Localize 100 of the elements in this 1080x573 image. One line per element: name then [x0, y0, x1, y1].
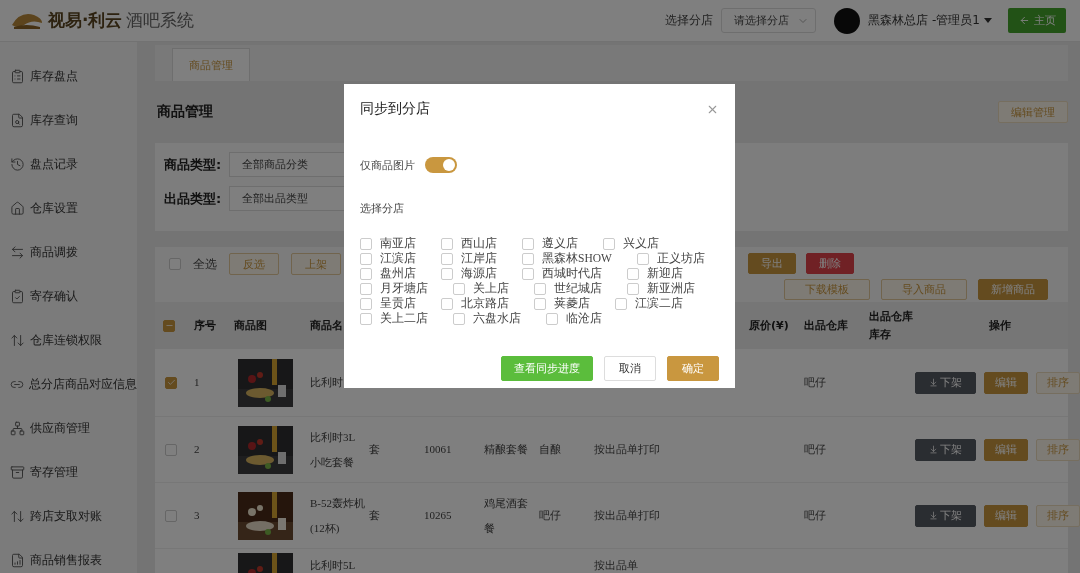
- home-button[interactable]: 主页: [1008, 8, 1066, 33]
- checkbox[interactable]: [627, 267, 639, 280]
- sidebar-item[interactable]: 商品调拨: [0, 230, 137, 274]
- checkbox[interactable]: [360, 267, 372, 280]
- dialog-button[interactable]: 确定: [667, 356, 719, 381]
- user-menu[interactable]: 黑森林总店 -管理员1: [868, 12, 980, 29]
- store-option[interactable]: 黑森林SHOW: [522, 251, 612, 266]
- archive-icon: [10, 464, 25, 480]
- store-option[interactable]: 遵义店: [522, 236, 578, 251]
- store-option[interactable]: 关上二店: [360, 311, 428, 326]
- toolbar-button[interactable]: 新增商品: [978, 279, 1048, 300]
- sidebar-item[interactable]: 仓库设置: [0, 186, 137, 230]
- store-option[interactable]: 荚菱店: [534, 296, 590, 311]
- checkbox[interactable]: [165, 509, 177, 522]
- checkbox[interactable]: [627, 282, 639, 295]
- store-option[interactable]: 新迎店: [627, 266, 683, 281]
- toggle-switch[interactable]: [425, 157, 457, 173]
- checkbox[interactable]: [441, 237, 453, 250]
- checkbox[interactable]: [165, 443, 177, 456]
- logo-product: 酒吧系统: [126, 9, 195, 32]
- checkbox[interactable]: [360, 282, 372, 295]
- checkbox[interactable]: [522, 267, 534, 280]
- store-option[interactable]: 西城时代店: [522, 266, 602, 281]
- checkbox[interactable]: [360, 252, 372, 265]
- store-option[interactable]: 北京路店: [441, 296, 509, 311]
- edit-button[interactable]: 编辑: [984, 371, 1028, 394]
- checkbox[interactable]: [169, 258, 181, 270]
- unlist-button[interactable]: 下架: [915, 371, 976, 394]
- caret-icon[interactable]: [984, 17, 992, 24]
- clipboard-icon: [10, 68, 25, 84]
- column-header: 序号: [193, 317, 216, 334]
- dialog-button[interactable]: 取消: [604, 356, 656, 381]
- checkbox[interactable]: [453, 282, 465, 295]
- dialog-button[interactable]: 查看同步进度: [501, 356, 593, 381]
- page-title: 商品管理: [157, 103, 213, 121]
- arrows-icon: [10, 508, 25, 524]
- checkbox[interactable]: [636, 252, 649, 265]
- store-option[interactable]: 新亚洲店: [627, 281, 695, 296]
- store-option[interactable]: 兴义店: [603, 236, 659, 251]
- checkbox[interactable]: [165, 376, 177, 389]
- store-option[interactable]: 月牙塘店: [360, 281, 428, 296]
- toggle-label: 仅商品图片: [360, 157, 415, 173]
- checkbox[interactable]: [615, 297, 627, 310]
- sidebar-item[interactable]: 库存盘点: [0, 54, 137, 98]
- sidebar-item[interactable]: 总分店商品对应信息: [0, 362, 137, 406]
- store-option[interactable]: 呈贡店: [360, 296, 416, 311]
- checkbox[interactable]: [441, 267, 453, 280]
- house-icon: [10, 200, 25, 216]
- table-cell-text: 吧仔: [803, 508, 826, 524]
- clipboard-check-icon: [10, 288, 25, 304]
- edit-button[interactable]: 编辑: [984, 504, 1028, 527]
- store-option[interactable]: 临沧店: [546, 311, 602, 326]
- store-option[interactable]: 江滨店: [360, 251, 416, 266]
- toolbar-button[interactable]: 删除: [806, 253, 854, 274]
- store-option[interactable]: 关上店: [453, 281, 509, 296]
- sidebar-item[interactable]: 商品销售报表: [0, 538, 137, 573]
- table-cell-text: 自酿: [538, 442, 561, 458]
- unlist-button[interactable]: 下架: [915, 504, 976, 527]
- sidebar-item[interactable]: 跨店支取对账: [0, 494, 137, 538]
- table-cell-text: 1: [193, 375, 200, 391]
- edit-button[interactable]: 编辑: [984, 438, 1028, 461]
- checkbox[interactable]: [522, 252, 534, 265]
- store-option[interactable]: 正义坊店: [636, 251, 705, 266]
- select-all-label: 全选: [193, 255, 217, 273]
- column-header: 商品图: [233, 317, 267, 334]
- store-option[interactable]: 六盘水店: [453, 311, 521, 326]
- checkbox[interactable]: [534, 297, 546, 310]
- store-option[interactable]: 西山店: [441, 236, 497, 251]
- checkbox[interactable]: [603, 237, 615, 250]
- checkbox[interactable]: [441, 252, 453, 265]
- checkbox[interactable]: [534, 282, 546, 295]
- store-option[interactable]: 海源店: [441, 266, 497, 281]
- store-option[interactable]: 江岸店: [441, 251, 497, 266]
- branch-select[interactable]: 请选择分店: [721, 8, 817, 33]
- sidebar-item[interactable]: 寄存确认: [0, 274, 137, 318]
- store-option[interactable]: 世纪城店: [534, 281, 602, 296]
- toolbar-button[interactable]: 导出: [748, 253, 796, 274]
- table-cell-text: 比利时3L小吃套餐: [309, 430, 357, 470]
- checkbox[interactable]: [360, 237, 372, 250]
- sidebar-item[interactable]: 盘点记录: [0, 142, 137, 186]
- history-icon: [10, 156, 25, 172]
- checkbox[interactable]: [453, 312, 465, 325]
- dialog-title: 同步到分店: [360, 100, 430, 118]
- checkbox[interactable]: [163, 319, 175, 332]
- column-header: 操作: [988, 317, 1011, 334]
- checkbox[interactable]: [522, 237, 534, 250]
- sidebar-item[interactable]: 仓库连锁权限: [0, 318, 137, 362]
- store-option[interactable]: 盘州店: [360, 266, 416, 281]
- table-cell-text: 按出品单打印: [593, 442, 660, 458]
- checkbox[interactable]: [360, 312, 372, 325]
- sidebar-item[interactable]: 供应商管理: [0, 406, 137, 450]
- sidebar-item[interactable]: 寄存管理: [0, 450, 137, 494]
- store-option[interactable]: 江滨二店: [615, 296, 683, 311]
- store-option[interactable]: 南亚店: [360, 236, 416, 251]
- checkbox[interactable]: [441, 297, 453, 310]
- table-cell-text: 3: [193, 508, 200, 524]
- checkbox[interactable]: [360, 297, 372, 310]
- sidebar-item[interactable]: 库存查询: [0, 98, 137, 142]
- unlist-button[interactable]: 下架: [915, 438, 976, 461]
- checkbox[interactable]: [546, 312, 558, 325]
